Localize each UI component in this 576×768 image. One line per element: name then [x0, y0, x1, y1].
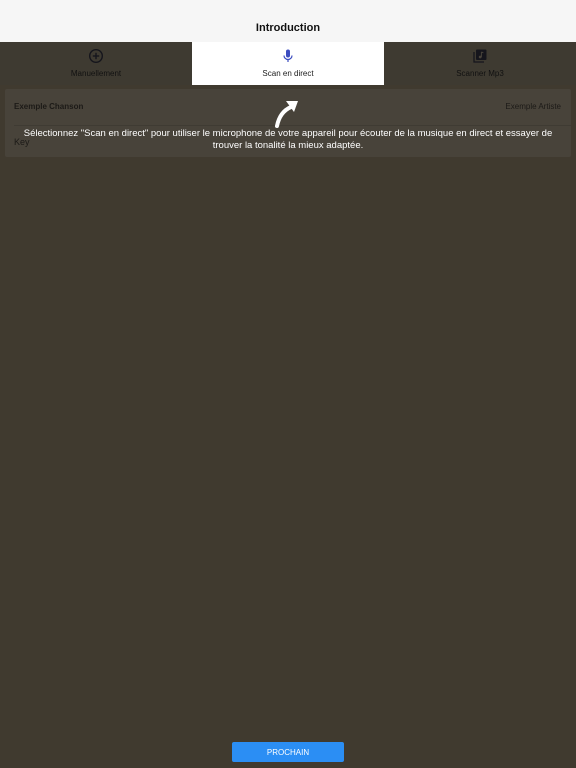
tab-label: Scanner Mp3	[456, 69, 504, 78]
navigation-bar: Introduction	[0, 0, 576, 42]
tab-scan-en-direct[interactable]: Scan en direct	[192, 42, 384, 85]
tab-label: Manuellement	[70, 69, 122, 78]
song-artist: Exemple Artiste	[505, 102, 561, 111]
tab-manuellement[interactable]: Manuellement	[0, 42, 192, 85]
tab-scanner-mp3[interactable]: Scanner Mp3	[384, 42, 576, 85]
music-library-icon	[472, 48, 488, 64]
tab-label: Scan en direct	[262, 69, 314, 78]
plus-circle-icon	[88, 48, 104, 64]
next-button[interactable]: PROCHAIN	[232, 742, 344, 762]
microphone-icon	[280, 48, 296, 64]
pointer-arrow-icon	[272, 96, 304, 128]
tab-bar: Manuellement Scan en direct Scanner Mp3	[0, 42, 576, 85]
instruction-text: Sélectionnez "Scan en direct" pour utili…	[23, 128, 553, 151]
song-title: Exemple Chanson	[14, 102, 84, 111]
page-title: Introduction	[255, 22, 321, 34]
